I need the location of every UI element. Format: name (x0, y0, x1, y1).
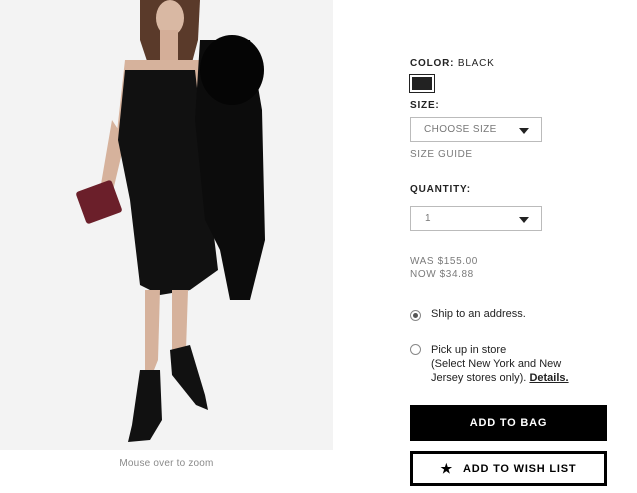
pick-up-in-store-radio[interactable] (410, 344, 421, 355)
ship-to-address-label[interactable]: Ship to an address. (431, 308, 526, 320)
size-select-value: CHOOSE SIZE (424, 124, 497, 135)
pickup-line-1: Pick up in store (431, 344, 507, 356)
color-label-text: COLOR: (410, 58, 455, 69)
quantity-select[interactable]: 1 (410, 206, 542, 231)
add-to-wish-list-button[interactable]: ★ ADD TO WISH LIST (410, 451, 607, 486)
size-label: SIZE: (410, 100, 440, 111)
chevron-down-icon (519, 128, 529, 134)
quantity-select-value: 1 (425, 213, 431, 224)
price-was: WAS $155.00 (410, 256, 478, 267)
swatch-fill (412, 77, 432, 90)
color-value: BLACK (457, 58, 495, 69)
wish-list-inner: ★ ADD TO WISH LIST (413, 454, 604, 483)
size-guide-link[interactable]: SIZE GUIDE (410, 149, 473, 160)
pickup-line-3: Jersey stores only). Details. (431, 371, 569, 385)
wish-list-label: ADD TO WISH LIST (463, 462, 577, 475)
chevron-down-icon (519, 217, 529, 223)
add-to-bag-button[interactable]: ADD TO BAG (410, 405, 607, 441)
price-now: NOW $34.88 (410, 269, 474, 280)
ship-to-address-radio[interactable] (410, 310, 421, 321)
pickup-line-3-text: Jersey stores only). (431, 372, 527, 384)
pickup-line-2: (Select New York and New (431, 358, 562, 370)
color-label: COLOR: BLACK (410, 58, 495, 69)
product-image[interactable] (0, 0, 333, 450)
model-photo (0, 0, 333, 450)
size-select[interactable]: CHOOSE SIZE (410, 117, 542, 142)
pick-up-in-store-label[interactable]: Pick up in store (Select New York and Ne… (431, 343, 569, 385)
pickup-details-link[interactable]: Details. (529, 372, 568, 384)
radio-selected-dot (413, 313, 418, 318)
zoom-hint: Mouse over to zoom (119, 458, 214, 469)
quantity-label: QUANTITY: (410, 184, 471, 195)
star-icon: ★ (440, 460, 454, 476)
color-swatch-black[interactable] (409, 74, 435, 93)
